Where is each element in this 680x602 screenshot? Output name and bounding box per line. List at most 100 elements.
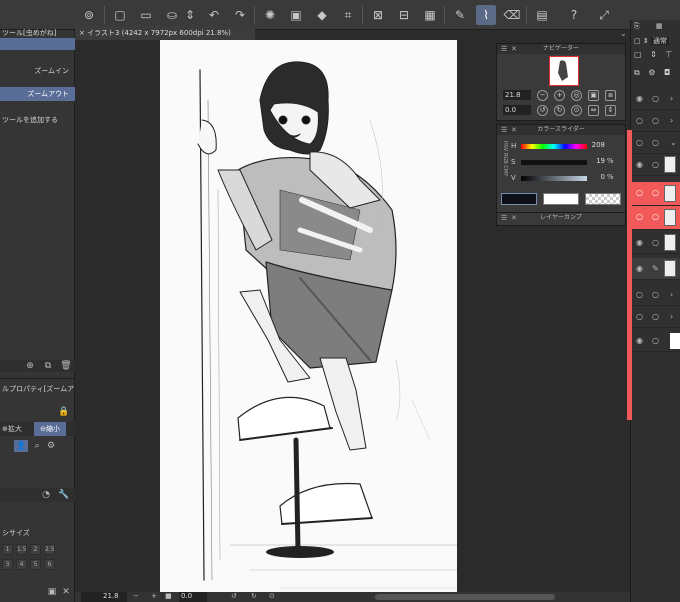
value-value[interactable]: 0 bbox=[591, 173, 605, 181]
lock-icon[interactable]: 🔒 bbox=[58, 406, 70, 418]
fit-window-icon[interactable]: ⧈ bbox=[605, 90, 616, 101]
brush-size-cell[interactable]: 5 bbox=[30, 559, 41, 570]
reset-rotation-icon[interactable]: ⊙ bbox=[571, 105, 582, 116]
pen-tool-icon[interactable]: ✎ bbox=[450, 5, 470, 25]
brush-size-cell[interactable]: 3 bbox=[2, 559, 13, 570]
eye-icon[interactable]: ◉ bbox=[636, 336, 643, 345]
snap-off-icon[interactable]: ⊠ bbox=[368, 5, 388, 25]
hue-slider[interactable] bbox=[521, 144, 587, 149]
chevron-down-icon[interactable]: ⌄ bbox=[670, 138, 677, 147]
reset-rotation-icon[interactable]: ⊙ bbox=[269, 592, 275, 600]
help-icon[interactable]: ? bbox=[564, 5, 584, 25]
layer-row[interactable]: ○ ○ › bbox=[632, 306, 680, 328]
layer-row[interactable]: ○ ○ › bbox=[632, 110, 680, 132]
layer-row-active[interactable]: ◉ ✎ bbox=[632, 258, 680, 280]
duplicate-icon[interactable]: ⧉ bbox=[42, 360, 54, 372]
snap-grid-icon[interactable]: ▦ bbox=[420, 5, 440, 25]
tab-close-icon[interactable]: × bbox=[79, 29, 85, 37]
layer-row[interactable]: ○ ○ › bbox=[632, 284, 680, 306]
lock-icon[interactable]: ○ bbox=[652, 336, 659, 345]
brush-size-cell[interactable]: 2.5 bbox=[44, 544, 55, 555]
status-zoom-field[interactable]: 21.8 bbox=[81, 592, 127, 602]
rotate-right-icon[interactable]: ↻ bbox=[251, 592, 257, 600]
zoom-value-field[interactable]: 21.8 bbox=[503, 90, 531, 100]
eye-icon[interactable]: ○ bbox=[636, 138, 643, 147]
zoom-in-icon[interactable]: + bbox=[151, 592, 157, 600]
trash-icon[interactable]: 🗑 bbox=[60, 360, 72, 372]
pin-icon[interactable]: ⊤ bbox=[665, 50, 672, 59]
eye-icon[interactable]: ○ bbox=[636, 212, 643, 221]
layer-row[interactable]: ◉ ○ bbox=[632, 330, 680, 352]
reset-icon[interactable]: ◔ bbox=[40, 489, 52, 501]
chevron-down-icon[interactable]: ⌄ bbox=[620, 29, 627, 38]
panel-menu-icon[interactable]: ☰ bbox=[501, 44, 507, 54]
stepper-icon[interactable]: ⇕ bbox=[643, 37, 649, 45]
panel-menu-icon[interactable]: ☰ bbox=[501, 125, 507, 135]
document-tab[interactable]: × イラスト3 (4242 x 7972px 600dpi 21.8%) bbox=[75, 26, 255, 40]
actual-size-icon[interactable]: ▣ bbox=[588, 90, 599, 101]
eye-icon[interactable]: ○ bbox=[636, 116, 643, 125]
save-icon[interactable]: ⛀ bbox=[162, 5, 182, 25]
layer-panel-icon[interactable]: ⎘ bbox=[634, 22, 640, 30]
eye-icon[interactable]: ◉ bbox=[636, 160, 643, 169]
lock-icon[interactable]: ○ bbox=[652, 160, 659, 169]
lock-icon[interactable]: ○ bbox=[652, 116, 659, 125]
zoom-out-icon[interactable]: − bbox=[537, 90, 548, 101]
lock-icon[interactable]: ○ bbox=[652, 212, 659, 221]
eye-icon[interactable]: ◉ bbox=[636, 264, 643, 273]
wrench-icon[interactable]: 🔧 bbox=[58, 489, 70, 501]
saturation-slider[interactable] bbox=[521, 160, 587, 165]
saturation-value[interactable]: 19 bbox=[591, 157, 605, 165]
close-icon[interactable]: ✕ bbox=[511, 213, 517, 223]
stepper-icon[interactable]: ⇕ bbox=[180, 5, 200, 25]
lock-icon[interactable]: ○ bbox=[652, 238, 659, 247]
fit-screen-icon[interactable]: ◎ bbox=[571, 90, 582, 101]
pen-icon[interactable]: ✎ bbox=[652, 264, 659, 273]
chevron-right-icon[interactable]: › bbox=[670, 94, 673, 103]
fullscreen-icon[interactable]: ⤢ bbox=[594, 5, 614, 25]
new-layer-icon[interactable]: ▢ bbox=[634, 50, 642, 59]
hue-value[interactable]: 208 bbox=[591, 141, 605, 149]
transparent-color-swatch[interactable] bbox=[585, 193, 621, 205]
chevron-right-icon[interactable]: › bbox=[670, 116, 673, 125]
chevron-right-icon[interactable]: › bbox=[670, 312, 673, 321]
zoom-in-icon[interactable]: + bbox=[554, 90, 565, 101]
horizontal-scrollbar[interactable] bbox=[375, 594, 555, 600]
new-file-icon[interactable]: ▢ bbox=[110, 5, 130, 25]
tool-list-selected[interactable] bbox=[0, 38, 75, 50]
color-mode-tabs[interactable]: HSV RGB CMY bbox=[500, 141, 508, 189]
open-folder-icon[interactable]: ▭ bbox=[136, 5, 156, 25]
layer-row[interactable]: ◉ ○ bbox=[632, 154, 680, 176]
eye-icon[interactable]: ◉ bbox=[636, 238, 643, 247]
lock-icon[interactable]: ○ bbox=[652, 138, 659, 147]
magnify-icon[interactable]: ⌕ bbox=[31, 440, 43, 452]
lock-icon[interactable]: ○ bbox=[652, 290, 659, 299]
eye-icon[interactable]: ○ bbox=[636, 290, 643, 299]
fill-icon[interactable]: ◆ bbox=[312, 5, 332, 25]
brush-size-cell[interactable]: 1.5 bbox=[16, 544, 27, 555]
layer-row[interactable]: ◉ ○ bbox=[632, 232, 680, 254]
lock-icon[interactable]: ○ bbox=[652, 188, 659, 197]
lock-icon[interactable]: ○ bbox=[652, 94, 659, 103]
mask-icon[interactable]: ◘ bbox=[664, 68, 670, 77]
brush-tool-icon[interactable]: ⌇ bbox=[476, 5, 496, 25]
save-icon[interactable]: ▣ bbox=[46, 586, 58, 598]
status-rotation-field[interactable]: 0.0 bbox=[179, 592, 207, 602]
flip-horizontal-icon[interactable]: ⇔ bbox=[588, 105, 599, 116]
checkbox-icon[interactable]: ▢ bbox=[634, 37, 641, 45]
eye-icon[interactable]: ◉ bbox=[636, 94, 643, 103]
layer-settings-icon[interactable]: ⚙ bbox=[648, 68, 655, 77]
user-icon[interactable]: 👤 bbox=[14, 440, 28, 452]
brush-size-cell[interactable]: 2 bbox=[30, 544, 41, 555]
chevron-right-icon[interactable]: › bbox=[670, 290, 673, 299]
navigator-preview[interactable] bbox=[549, 56, 579, 86]
layer-row[interactable]: ◉ ○ › bbox=[632, 88, 680, 110]
lock-icon[interactable]: ○ bbox=[652, 312, 659, 321]
zoom-out-radio[interactable]: ⊖縮小 bbox=[34, 422, 66, 436]
close-icon[interactable]: ✕ bbox=[511, 125, 517, 135]
sub-color-swatch[interactable] bbox=[543, 193, 579, 205]
layer-row[interactable]: ○ ○ ⌄ bbox=[632, 132, 680, 154]
rotate-left-icon[interactable]: ↺ bbox=[231, 592, 237, 600]
add-tool-link[interactable]: ツールを追加する bbox=[0, 113, 75, 127]
close-icon[interactable]: ✕ bbox=[511, 44, 517, 54]
